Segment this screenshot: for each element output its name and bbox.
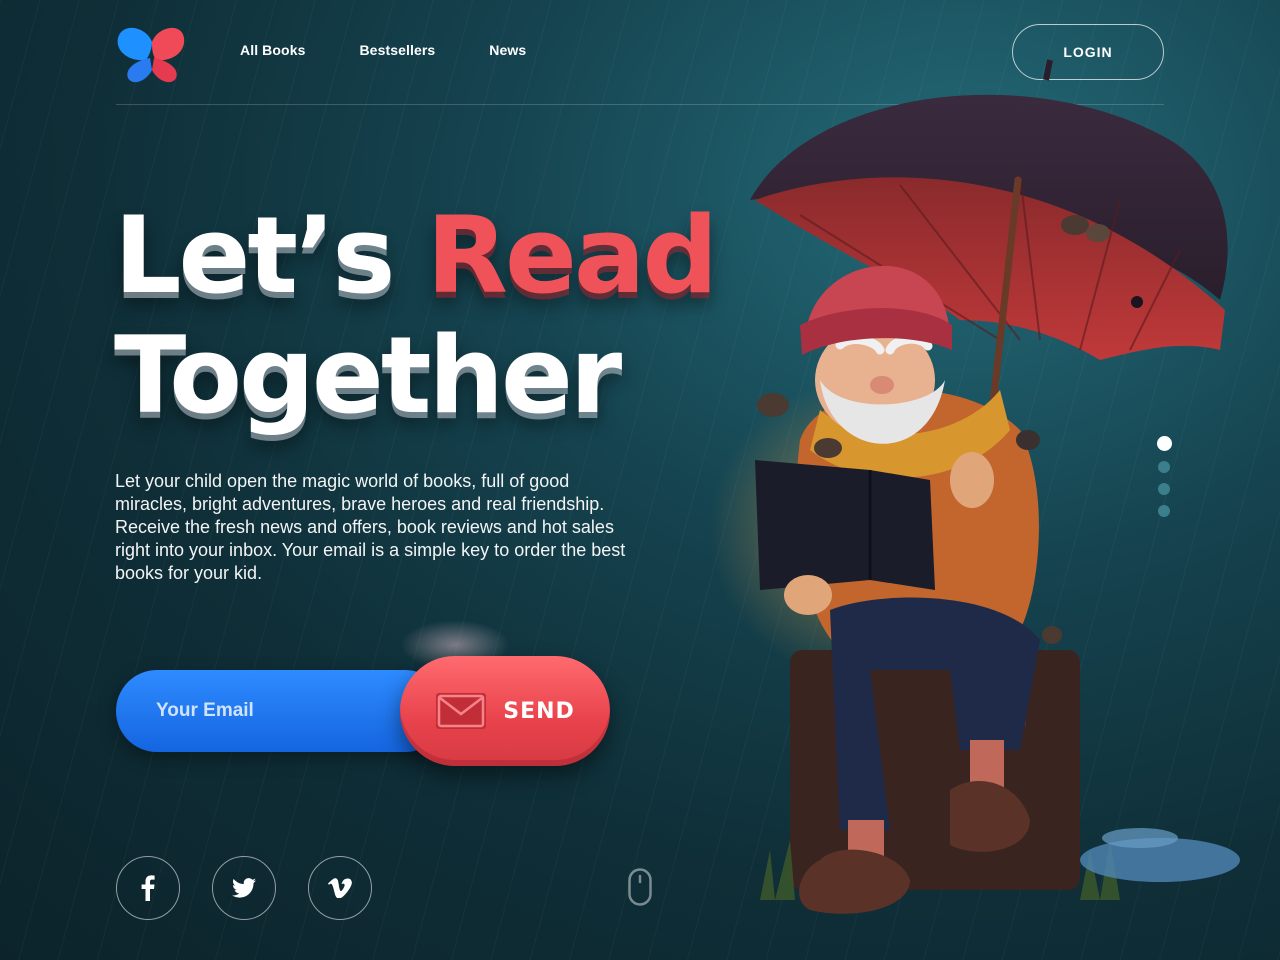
social-links — [116, 856, 404, 920]
vimeo-button[interactable] — [308, 856, 372, 920]
envelope-icon — [436, 693, 487, 729]
subscribe-form: SEND — [116, 656, 610, 768]
send-button[interactable]: SEND — [400, 656, 610, 766]
facebook-icon — [141, 875, 155, 901]
butterfly-logo[interactable] — [116, 24, 186, 84]
hero-illustration — [710, 59, 1240, 914]
email-field-container — [116, 670, 446, 752]
facebook-button[interactable] — [116, 856, 180, 920]
vimeo-icon — [328, 878, 352, 898]
main-nav: All Books Bestsellers News — [240, 42, 580, 58]
headline-word-read: Read — [426, 194, 718, 317]
nav-news[interactable]: News — [489, 42, 526, 58]
twitter-icon — [232, 878, 256, 898]
hero-headline: Let’s Read Together — [114, 194, 718, 437]
nav-all-books[interactable]: All Books — [240, 42, 305, 58]
hero-description: Let your child open the magic world of b… — [115, 471, 626, 583]
nav-bestsellers[interactable]: Bestsellers — [359, 42, 435, 58]
twitter-button[interactable] — [212, 856, 276, 920]
headline-word-together: Together — [114, 314, 622, 437]
scroll-mouse-icon[interactable] — [628, 868, 652, 906]
email-input[interactable] — [156, 670, 396, 752]
headline-word-lets: Let’s — [114, 194, 395, 317]
send-label: SEND — [503, 698, 575, 724]
